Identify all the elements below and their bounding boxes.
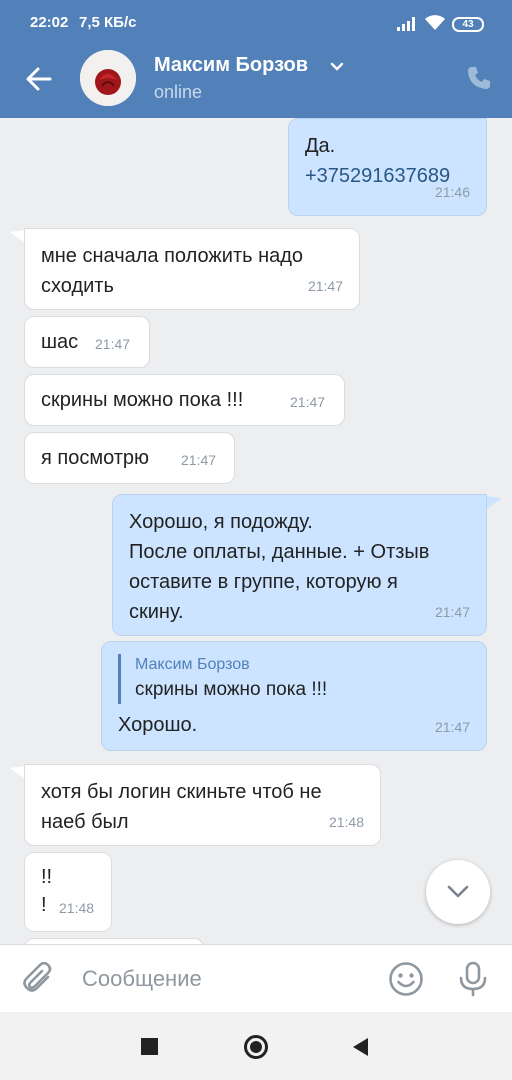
message-text: мне сначала положить надо сходить: [41, 245, 304, 297]
recents-button[interactable]: [141, 1038, 158, 1055]
mic-icon[interactable]: [456, 961, 490, 997]
status-bar: 22:02 7,5 КБ/с 43: [0, 0, 512, 46]
message-text: Да.: [305, 135, 336, 157]
back-arrow-icon[interactable]: [22, 62, 56, 96]
message-time: 21:48: [328, 814, 364, 830]
emoji-icon[interactable]: [388, 961, 424, 997]
reply-text: скрины можно пока !!!: [135, 679, 328, 700]
reply-quote[interactable]: Максим Борзов скрины можно пока !!!: [118, 654, 327, 704]
message-text: хотя бы логин скиньте чтоб не наеб был: [41, 781, 322, 833]
status-speed: 7,5 КБ/с: [79, 14, 137, 31]
signal-icon: [397, 17, 415, 31]
message-time: 21:47: [181, 452, 217, 468]
message-bubble[interactable]: Хорошо, я подожду. После оплаты, данные.…: [112, 494, 487, 636]
wifi-icon: [425, 15, 445, 30]
message-time: 21:47: [434, 719, 470, 735]
home-button[interactable]: [243, 1034, 269, 1060]
message-time: 21:47: [307, 278, 343, 294]
message-text: шас: [41, 331, 79, 353]
message-bubble[interactable]: я посмотрю 21:47: [24, 432, 235, 484]
chevron-down-icon[interactable]: [330, 62, 344, 72]
message-time: 21:47: [95, 336, 131, 352]
system-nav-bar: [0, 1012, 512, 1080]
status-time: 22:02: [30, 14, 69, 31]
message-text: Хорошо, я подожду. После оплаты, данные.…: [129, 511, 430, 623]
attach-icon[interactable]: [22, 962, 56, 996]
scroll-down-button[interactable]: [426, 860, 490, 924]
message-composer: [0, 944, 512, 1012]
presence-status: online: [154, 82, 203, 102]
message-text: !! !: [41, 866, 53, 916]
message-time: 21:47: [290, 394, 326, 410]
message-list[interactable]: Да. +375291637689 21:46 мне сначала поло…: [0, 118, 512, 944]
message-link[interactable]: +375291637689: [305, 161, 450, 191]
chat-header: 22:02 7,5 КБ/с 43 Максим Борзов online: [0, 0, 512, 118]
contact-name[interactable]: Максим Борзов: [154, 54, 308, 77]
message-text: я посмотрю: [41, 447, 150, 469]
rose-icon: [80, 50, 136, 106]
battery-level: 43: [462, 19, 474, 30]
battery-icon: 43: [452, 17, 484, 32]
message-bubble[interactable]: мне сначала положить надо сходить 21:47: [24, 228, 360, 310]
reply-author: Максим Борзов: [135, 656, 250, 673]
message-bubble[interactable]: Максим Борзов скрины можно пока !!! Хоро…: [101, 641, 487, 751]
scroll-down-icon: [447, 885, 469, 898]
message-bubble[interactable]: Да. +375291637689 21:46: [288, 118, 487, 216]
message-bubble[interactable]: !! ! 21:48: [24, 852, 112, 932]
nav-back-button[interactable]: [350, 1036, 370, 1058]
avatar[interactable]: [80, 50, 136, 106]
message-text: Хорошо.: [118, 714, 198, 736]
message-time: 21:47: [434, 604, 470, 620]
phone-icon[interactable]: [466, 65, 492, 91]
bubble-tail: [486, 496, 502, 510]
message-bubble[interactable]: шас 21:47: [24, 316, 150, 368]
message-bubble[interactable]: скрины можно пока !!! 21:47: [24, 374, 345, 426]
message-bubble[interactable]: хотя бы логин скиньте чтоб не наеб был 2…: [24, 764, 381, 846]
message-time: 21:48: [59, 900, 95, 916]
message-time: 21:46: [434, 184, 470, 200]
message-input[interactable]: [82, 963, 362, 995]
message-text: скрины можно пока !!!: [41, 389, 244, 411]
